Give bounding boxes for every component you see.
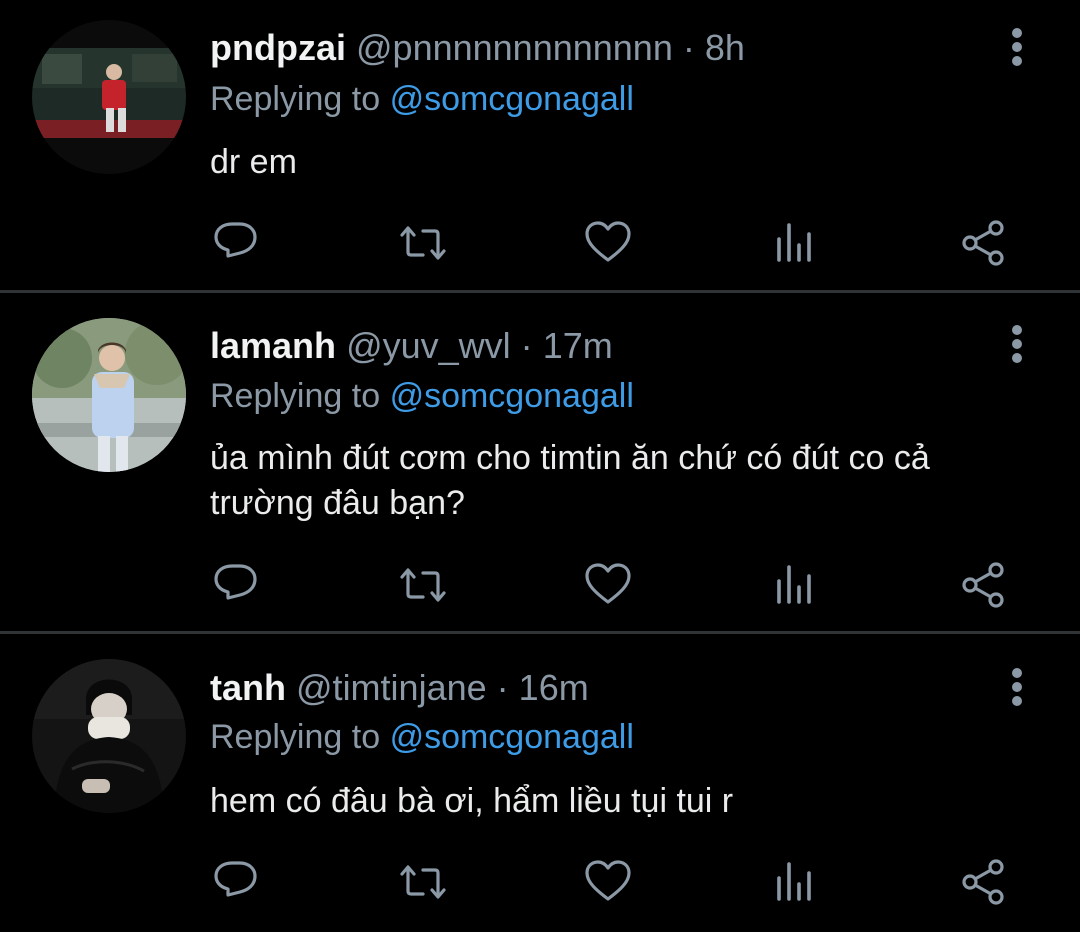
replying-to-mention[interactable]: @somcgonagall	[390, 718, 634, 756]
display-name[interactable]: pndpzai	[210, 27, 346, 68]
tweet-actions	[0, 854, 1080, 910]
tweet-header: lamanh @yuv_wvl · 17m	[210, 324, 613, 368]
tweet-actions	[0, 557, 1080, 613]
tweet-header: pndpzai @pnnnnnnnnnnnnn · 8h	[210, 26, 745, 70]
share-icon	[962, 562, 1004, 608]
reply-button[interactable]	[208, 557, 264, 613]
retweet-icon	[400, 226, 446, 260]
tweet-2[interactable]: lamanh @yuv_wvl · 17m Replying to @somcg…	[0, 293, 1080, 631]
stats-button[interactable]	[767, 854, 823, 910]
heart-icon	[585, 221, 631, 262]
stats-button[interactable]	[767, 215, 823, 271]
stats-icon	[777, 223, 811, 262]
reply-button[interactable]	[208, 215, 264, 271]
user-handle[interactable]: @timtinjane	[296, 667, 487, 708]
avatar[interactable]	[32, 318, 186, 472]
separator-dot: ·	[496, 667, 509, 708]
separator-dot: ·	[520, 325, 533, 366]
more-vertical-icon	[1012, 28, 1022, 66]
replying-to-line: Replying to @somcgonagall	[210, 715, 634, 759]
retweet-button[interactable]	[395, 557, 451, 613]
retweet-icon	[400, 568, 446, 602]
retweet-icon	[400, 865, 446, 899]
more-options-button[interactable]	[1000, 24, 1034, 70]
separator-dot: ·	[682, 27, 695, 68]
tweet-text: ủa mình đút cơm cho timtin ăn chứ có đút…	[210, 439, 930, 522]
retweet-button[interactable]	[395, 854, 451, 910]
reply-icon	[214, 861, 257, 897]
tweet-1[interactable]: pndpzai @pnnnnnnnnnnnnn · 8h Replying to…	[0, 0, 1080, 290]
tweet-actions	[0, 215, 1080, 271]
like-button[interactable]	[580, 854, 636, 910]
replying-to-mention[interactable]: @somcgonagall	[390, 377, 634, 415]
display-name[interactable]: lamanh	[210, 325, 336, 366]
tweet-text: dr em	[210, 143, 297, 181]
more-vertical-icon	[1012, 325, 1022, 363]
tweet-header: tanh @timtinjane · 16m	[210, 666, 589, 710]
retweet-button[interactable]	[395, 215, 451, 271]
like-button[interactable]	[580, 215, 636, 271]
replying-to-line: Replying to @somcgonagall	[210, 77, 634, 121]
replying-to-label: Replying to	[210, 80, 381, 118]
stats-button[interactable]	[767, 557, 823, 613]
reply-icon	[214, 564, 257, 600]
tweet-time[interactable]: 17m	[543, 325, 613, 366]
reply-icon	[214, 222, 257, 258]
share-button[interactable]	[955, 557, 1011, 613]
tweet-3[interactable]: tanh @timtinjane · 16m Replying to @somc…	[0, 634, 1080, 932]
avatar[interactable]	[32, 20, 186, 174]
replying-to-line: Replying to @somcgonagall	[210, 374, 634, 418]
reply-button[interactable]	[208, 854, 264, 910]
more-vertical-icon	[1012, 668, 1022, 706]
replying-to-label: Replying to	[210, 377, 381, 415]
tweet-time[interactable]: 16m	[519, 667, 589, 708]
tweet-time[interactable]: 8h	[705, 27, 745, 68]
share-button[interactable]	[955, 215, 1011, 271]
stats-icon	[777, 565, 811, 604]
user-handle[interactable]: @yuv_wvl	[346, 325, 511, 366]
more-options-button[interactable]	[1000, 664, 1034, 710]
heart-icon	[585, 860, 631, 901]
heart-icon	[585, 563, 631, 604]
user-handle[interactable]: @pnnnnnnnnnnnnn	[356, 27, 673, 68]
replying-to-mention[interactable]: @somcgonagall	[390, 80, 634, 118]
more-options-button[interactable]	[1000, 321, 1034, 367]
stats-icon	[777, 862, 811, 901]
share-button[interactable]	[955, 854, 1011, 910]
display-name[interactable]: tanh	[210, 667, 286, 708]
like-button[interactable]	[580, 557, 636, 613]
tweet-text: hem có đâu bà ơi, hẩm liều tụi tui r	[210, 782, 734, 820]
share-icon	[962, 220, 1004, 266]
share-icon	[962, 859, 1004, 905]
replying-to-label: Replying to	[210, 718, 381, 756]
avatar[interactable]	[32, 659, 186, 813]
